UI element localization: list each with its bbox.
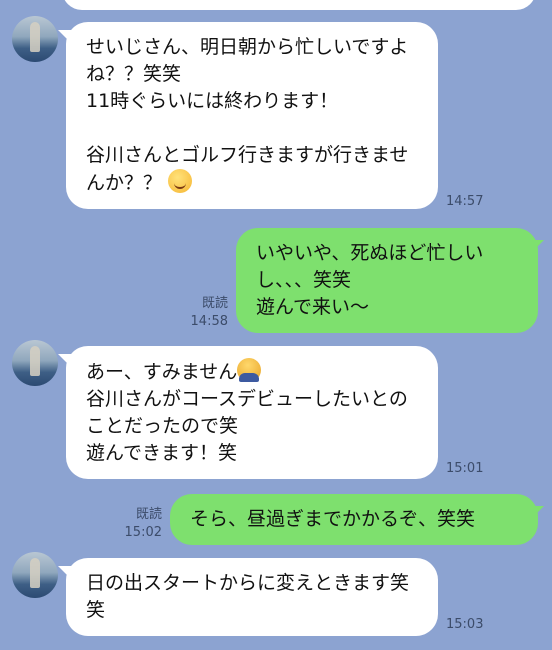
message-time: 14:57 [446, 194, 484, 209]
message-time: 15:03 [446, 617, 484, 632]
message-text: そら、昼過ぎまでかかるぞ、笑笑 [190, 508, 476, 530]
yum-face-emoji [168, 169, 193, 193]
message-text-continued: 谷川さんがコースデビューしたいとのことだったので笑 遊んできます！笑 [86, 388, 408, 464]
message-text: せいじさん、明日朝から忙しいですよね？？笑笑 11時ぐらいには終わります！ 谷川… [86, 36, 409, 194]
avatar-figure [30, 22, 40, 52]
message-bubble-incoming[interactable]: 日の出スタートからに変えときます笑笑 [66, 558, 438, 636]
contact-avatar[interactable] [12, 16, 58, 62]
message-bubble-incoming[interactable]: あー、すみません 谷川さんがコースデビューしたいとのことだったので笑 遊んできま… [66, 346, 438, 479]
contact-avatar[interactable] [12, 340, 58, 386]
message-text: いやいや、死ぬほど忙しいし、、、笑笑 遊んで来い〜 [256, 242, 484, 318]
message-text: 日の出スタートからに変えときます笑笑 [86, 572, 410, 621]
bowing-person-emoji [237, 358, 262, 382]
avatar-figure [30, 558, 40, 588]
message-time: 15:02 [124, 525, 162, 540]
message-bubble-outgoing[interactable]: いやいや、死ぬほど忙しいし、、、笑笑 遊んで来い〜 [236, 228, 538, 333]
contact-avatar[interactable] [12, 552, 58, 598]
read-receipt: 既読 [201, 296, 228, 311]
message-bubble-outgoing[interactable]: そら、昼過ぎまでかかるぞ、笑笑 [170, 494, 538, 545]
message-time: 14:58 [190, 314, 228, 329]
read-receipt: 既読 [135, 507, 162, 522]
avatar-figure [30, 346, 40, 376]
message-bubble-incoming[interactable]: せいじさん、明日朝から忙しいですよね？？笑笑 11時ぐらいには終わります！ 谷川… [66, 22, 438, 209]
message-text: あー、すみません [86, 361, 238, 383]
message-time: 15:01 [446, 461, 484, 476]
previous-message-bubble[interactable] [62, 0, 536, 10]
